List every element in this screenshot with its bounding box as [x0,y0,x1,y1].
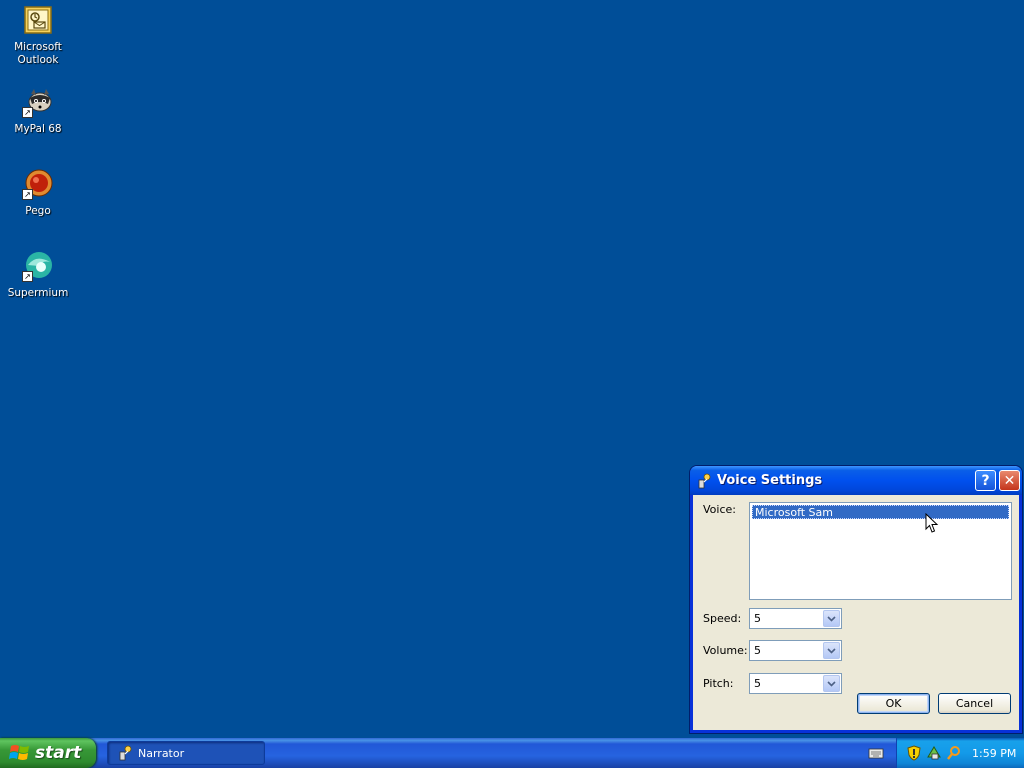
dialog-titlebar[interactable]: Voice Settings ? ✕ [690,466,1022,495]
chevron-down-icon[interactable] [823,642,840,659]
speed-label: Speed: [703,612,742,625]
desktop-icon-mypal[interactable]: ↗ MyPal 68 [0,86,76,136]
pitch-value: 5 [754,677,761,690]
voice-listbox[interactable]: Microsoft Sam [749,502,1012,600]
volume-value: 5 [754,644,761,657]
desktop-icon-pego[interactable]: ↗ Pego [0,168,76,218]
close-button[interactable]: ✕ [999,470,1020,491]
voice-label: Voice: [703,503,736,516]
close-icon: ✕ [1003,472,1016,489]
taskbar-button-label: Narrator [138,746,185,760]
desktop-icon-label: Microsoft Outlook [14,41,62,66]
cancel-button[interactable]: Cancel [938,693,1011,714]
dialog-title: Voice Settings [717,473,823,488]
system-tray: 1:59 PM [896,738,1024,768]
keyboard-icon[interactable] [868,746,884,763]
desktop-icon-label: MyPal 68 [14,123,62,135]
desktop-icon-label: Supermium [7,287,69,299]
chevron-down-icon[interactable] [823,610,840,627]
help-icon: ? [981,472,990,489]
shortcut-arrow-icon: ↗ [22,271,33,282]
start-label: start [35,743,82,763]
network-icon[interactable] [926,745,942,761]
speed-dropdown[interactable]: 5 [749,608,842,629]
search-icon[interactable] [946,745,962,761]
windows-logo-icon [9,743,31,763]
mypal-icon: ↗ [22,86,54,118]
shortcut-arrow-icon: ↗ [22,189,33,200]
volume-dropdown[interactable]: 5 [749,640,842,661]
narrator-icon [117,745,133,761]
ok-button[interactable]: OK [857,693,930,714]
pego-icon: ↗ [22,168,54,200]
pitch-dropdown[interactable]: 5 [749,673,842,694]
desktop-icon-supermium[interactable]: ↗ Supermium [0,250,76,300]
outlook-icon [22,4,54,36]
speed-value: 5 [754,612,761,625]
help-button[interactable]: ? [975,470,996,491]
desktop-icon-outlook[interactable]: Microsoft Outlook [0,4,76,67]
chevron-down-icon[interactable] [823,675,840,692]
voice-list-item[interactable]: Microsoft Sam [752,505,1009,519]
supermium-icon: ↗ [22,250,54,282]
start-button[interactable]: start [0,738,96,768]
taskbar-button-narrator[interactable]: Narrator [107,741,265,765]
clock[interactable]: 1:59 PM [972,747,1016,760]
voice-settings-dialog: Voice Settings ? ✕ Voice: Microsoft Sam … [690,466,1022,733]
security-shield-icon[interactable] [906,745,922,761]
desktop-icon-label: Pego [25,205,51,217]
shortcut-arrow-icon: ↗ [22,107,33,118]
mouse-cursor-icon [925,512,939,537]
narrator-icon [696,473,712,489]
pitch-label: Pitch: [703,677,734,690]
volume-label: Volume: [703,644,748,657]
